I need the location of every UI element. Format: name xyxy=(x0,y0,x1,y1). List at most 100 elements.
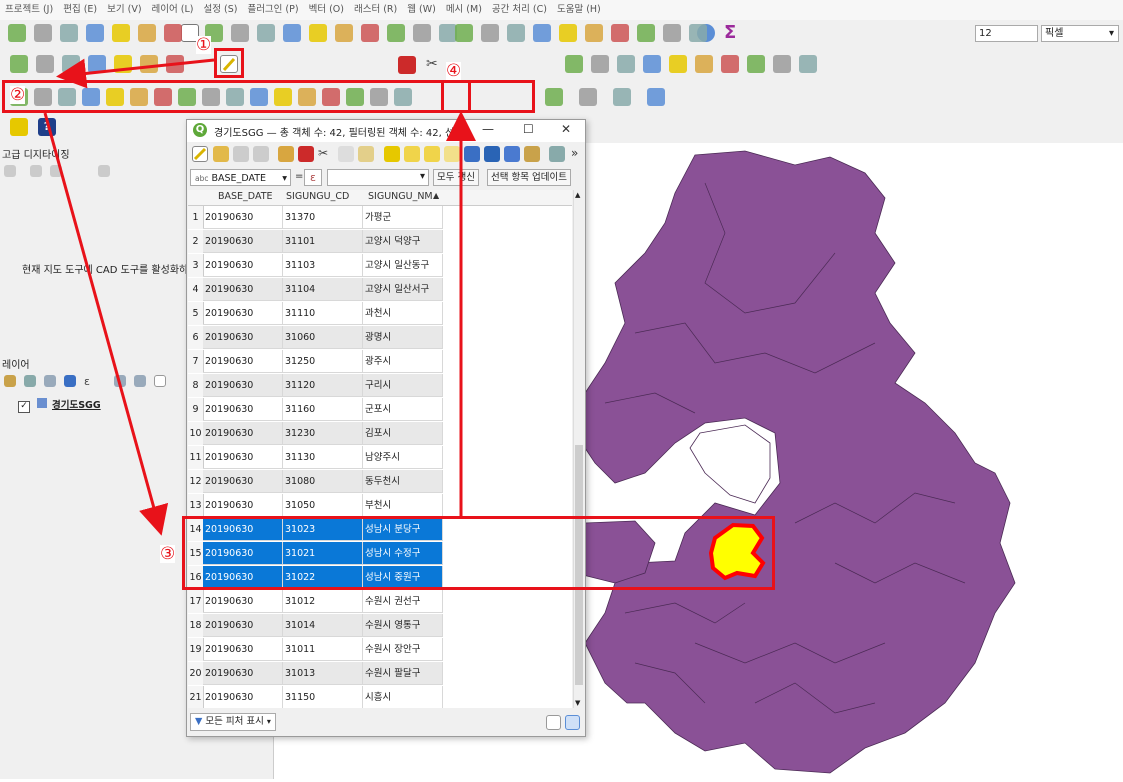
file-tool-icon[interactable] xyxy=(8,24,26,42)
label-tool-icon[interactable] xyxy=(643,55,661,73)
expression-button[interactable]: ε xyxy=(304,169,322,186)
row-number[interactable]: 6 xyxy=(188,326,204,349)
navigation-tool-icon[interactable] xyxy=(387,24,405,42)
table-cell[interactable]: 군포시 xyxy=(363,398,443,421)
file-tool-icon[interactable] xyxy=(34,24,52,42)
table-cell[interactable]: 20190630 xyxy=(203,254,283,277)
table-row[interactable]: 8 20190630 31120 구리시 xyxy=(188,374,572,398)
table-row[interactable]: 1 20190630 31370 가평군 xyxy=(188,206,572,230)
table-cell[interactable]: 31011 xyxy=(283,638,363,661)
table-cell[interactable]: 20190630 xyxy=(203,230,283,253)
label-tool-icon[interactable] xyxy=(721,55,739,73)
navigation-tool-icon[interactable] xyxy=(257,24,275,42)
expression-filter-icon[interactable]: ε xyxy=(84,375,98,388)
more-tools-icon[interactable]: » xyxy=(571,146,583,162)
field-calculator-icon[interactable] xyxy=(549,146,565,162)
table-cell[interactable]: 수원시 팔달구 xyxy=(363,662,443,685)
shape-tool-icon[interactable] xyxy=(579,88,597,106)
value-input[interactable]: ▾ xyxy=(327,169,429,186)
table-row[interactable]: 17 20190630 31012 수원시 권선구 xyxy=(188,590,572,614)
table-cell[interactable]: 31080 xyxy=(283,470,363,493)
table-cell[interactable]: 20190630 xyxy=(203,614,283,637)
reload-icon[interactable] xyxy=(253,146,269,162)
table-row[interactable]: 7 20190630 31250 광주시 xyxy=(188,350,572,374)
table-cell[interactable]: 31103 xyxy=(283,254,363,277)
menu-item-10[interactable]: 공간 처리 (C) xyxy=(487,0,552,20)
filter-icon[interactable] xyxy=(464,146,480,162)
file-tool-icon[interactable] xyxy=(112,24,130,42)
table-cell[interactable]: 부천시 xyxy=(363,494,443,517)
add-feature-icon[interactable] xyxy=(278,146,294,162)
table-cell[interactable]: 광명시 xyxy=(363,326,443,349)
table-cell[interactable]: 20190630 xyxy=(203,470,283,493)
attribute-tool-icon[interactable] xyxy=(585,24,603,42)
table-row[interactable]: 10 20190630 31230 김포시 xyxy=(188,422,572,446)
attribute-tool-icon[interactable] xyxy=(559,24,577,42)
row-number[interactable]: 10 xyxy=(188,422,204,445)
table-cell[interactable]: 31370 xyxy=(283,206,363,229)
menu-item-1[interactable]: 편집 (E) xyxy=(58,0,102,20)
invert-selection-icon[interactable] xyxy=(424,146,440,162)
column-header-base-date[interactable]: BASE_DATE xyxy=(218,191,273,202)
layer-tool-icon[interactable] xyxy=(140,55,158,73)
table-row[interactable]: 6 20190630 31060 광명시 xyxy=(188,326,572,350)
paste-icon[interactable] xyxy=(358,146,374,162)
row-number[interactable]: 5 xyxy=(188,302,204,325)
pan-to-selected-icon[interactable] xyxy=(504,146,520,162)
file-tool-icon[interactable] xyxy=(138,24,156,42)
table-cell[interactable]: 20190630 xyxy=(203,398,283,421)
help-icon[interactable]: ? xyxy=(38,118,56,136)
menu-item-9[interactable]: 메시 (M) xyxy=(441,0,487,20)
row-number[interactable]: 9 xyxy=(188,398,204,421)
row-number[interactable]: 17 xyxy=(188,590,204,613)
row-number[interactable]: 7 xyxy=(188,350,204,373)
table-cell[interactable]: 31120 xyxy=(283,374,363,397)
shape-tool-icon[interactable] xyxy=(647,88,665,106)
navigation-tool-icon[interactable] xyxy=(413,24,431,42)
table-cell[interactable]: 광주시 xyxy=(363,350,443,373)
attribute-tool-icon[interactable] xyxy=(611,24,629,42)
layer-tool-icon[interactable] xyxy=(166,55,184,73)
table-row[interactable]: 9 20190630 31160 군포시 xyxy=(188,398,572,422)
table-cell[interactable]: 20190630 xyxy=(203,302,283,325)
table-cell[interactable]: 동두천시 xyxy=(363,470,443,493)
menu-item-2[interactable]: 보기 (V) xyxy=(102,0,146,20)
row-number[interactable]: 3 xyxy=(188,254,204,277)
row-number[interactable]: 1 xyxy=(188,206,204,229)
table-cell[interactable]: 수원시 장안구 xyxy=(363,638,443,661)
field-selector[interactable]: abc BASE_DATE ▾ xyxy=(190,169,291,186)
row-number[interactable]: 4 xyxy=(188,278,204,301)
label-tool-icon[interactable] xyxy=(617,55,635,73)
table-cell[interactable]: 구리시 xyxy=(363,374,443,397)
column-header-sigungu-cd[interactable]: SIGUNGU_CD xyxy=(286,191,349,202)
close-icon[interactable]: ✕ xyxy=(561,122,571,136)
table-cell[interactable]: 20190630 xyxy=(203,206,283,229)
eye-icon[interactable] xyxy=(44,375,56,387)
table-cell[interactable]: 31013 xyxy=(283,662,363,685)
file-tool-icon[interactable] xyxy=(86,24,104,42)
table-cell[interactable]: 20190630 xyxy=(203,278,283,301)
table-view-icon[interactable] xyxy=(565,715,580,730)
menu-item-7[interactable]: 래스터 (R) xyxy=(349,0,402,20)
layer-item[interactable]: ✓ 경기도SGG xyxy=(18,397,101,413)
select-by-expression-icon[interactable] xyxy=(384,146,400,162)
table-cell[interactable]: 가평군 xyxy=(363,206,443,229)
add-group-icon[interactable] xyxy=(24,375,36,387)
table-cell[interactable]: 31060 xyxy=(283,326,363,349)
unit-select[interactable]: 픽셀 ▾ xyxy=(1041,25,1119,42)
vertical-scrollbar[interactable]: ▲ ▼ xyxy=(573,190,585,708)
label-tool-icon[interactable] xyxy=(773,55,791,73)
layer-tool-icon[interactable] xyxy=(36,55,54,73)
table-row[interactable]: 2 20190630 31101 고양시 덕양구 xyxy=(188,230,572,254)
table-cell[interactable]: 31160 xyxy=(283,398,363,421)
layer-tool-icon[interactable] xyxy=(114,55,132,73)
form-view-icon[interactable] xyxy=(546,715,561,730)
multi-edit-icon[interactable] xyxy=(213,146,229,162)
table-cell[interactable]: 31110 xyxy=(283,302,363,325)
layer-visibility-checkbox[interactable]: ✓ xyxy=(18,401,30,413)
table-cell[interactable]: 20190630 xyxy=(203,590,283,613)
table-cell[interactable]: 20190630 xyxy=(203,494,283,517)
minimize-icon[interactable]: — xyxy=(482,122,494,136)
table-cell[interactable]: 20190630 xyxy=(203,350,283,373)
edit-pencil-icon[interactable] xyxy=(10,118,28,136)
